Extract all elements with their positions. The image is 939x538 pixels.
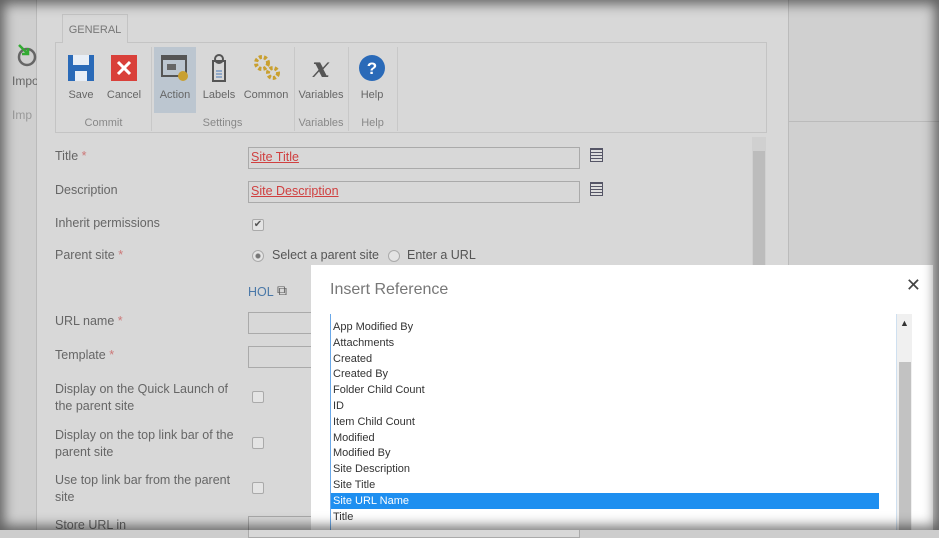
svg-text:?: ? bbox=[367, 59, 377, 78]
list-item[interactable]: Item Child Count bbox=[331, 414, 879, 430]
list-item[interactable]: Modified bbox=[331, 430, 879, 446]
use-toplink-checkbox[interactable] bbox=[252, 482, 264, 494]
group-settings: Settings bbox=[202, 117, 243, 129]
inherit-label: Inherit permissions bbox=[55, 216, 160, 230]
list-item[interactable]: Created By bbox=[331, 366, 879, 382]
variables-button[interactable]: x Variables bbox=[298, 49, 344, 111]
reference-list[interactable]: App Modified By Attachments Created Created… bbox=[330, 314, 879, 530]
dialog-title: Insert Reference bbox=[330, 281, 449, 298]
cancel-icon bbox=[111, 55, 137, 81]
list-item[interactable]: App Modified By bbox=[331, 319, 879, 335]
save-icon bbox=[68, 55, 94, 81]
tab-general[interactable]: GENERAL bbox=[62, 14, 128, 43]
title-reference[interactable]: Site Title bbox=[251, 150, 299, 164]
list-item[interactable]: Site URL Name bbox=[331, 492, 879, 509]
parent-site-link[interactable]: HOL bbox=[248, 285, 274, 299]
title-input[interactable]: Site Title bbox=[248, 147, 580, 169]
cancel-button[interactable]: Cancel bbox=[106, 49, 142, 111]
list-item[interactable]: Title bbox=[331, 509, 879, 525]
variable-x-icon: x bbox=[312, 51, 330, 84]
action-button[interactable]: Action bbox=[154, 47, 196, 113]
insert-reference-icon[interactable] bbox=[590, 148, 603, 162]
save-label: Save bbox=[68, 89, 94, 101]
variables-label: Variables bbox=[298, 89, 344, 101]
quicklaunch-checkbox[interactable] bbox=[252, 391, 264, 403]
select-parent-radio[interactable] bbox=[252, 250, 264, 262]
toplink-label: Display on the top link bar of the paren… bbox=[55, 428, 234, 459]
list-item[interactable]: Modified By bbox=[331, 445, 879, 461]
description-label: Description bbox=[55, 183, 118, 197]
select-parent-label: Select a parent site bbox=[272, 248, 380, 262]
group-commit: Commit bbox=[84, 117, 123, 129]
list-item[interactable]: ID bbox=[331, 398, 879, 414]
list-scrollbar[interactable]: ▲ bbox=[896, 314, 912, 530]
description-reference[interactable]: Site Description bbox=[251, 184, 339, 198]
enter-url-radio[interactable] bbox=[388, 250, 400, 262]
insert-reference-dialog: Insert Reference ✕ App Modified By Attach… bbox=[311, 265, 933, 530]
background-ribbon-left: Impo Imp bbox=[0, 0, 39, 530]
list-item[interactable]: Attachments bbox=[331, 335, 879, 351]
list-item[interactable]: Site Description bbox=[331, 461, 879, 477]
save-button[interactable]: Save bbox=[62, 49, 100, 111]
url-name-label: URL name * bbox=[55, 314, 123, 328]
help-icon: ? bbox=[359, 55, 385, 81]
common-button[interactable]: Common bbox=[242, 49, 290, 111]
description-input[interactable]: Site Description bbox=[248, 181, 580, 203]
parent-site-label: Parent site * bbox=[55, 248, 124, 262]
store-url-label: Store URL in bbox=[55, 518, 127, 532]
toplink-checkbox[interactable] bbox=[252, 437, 264, 449]
import-icon bbox=[17, 44, 37, 67]
list-item[interactable]: Site Title bbox=[331, 477, 879, 493]
labels-label: Labels bbox=[202, 89, 236, 101]
close-icon[interactable]: ✕ bbox=[906, 275, 921, 296]
title-label: Title * bbox=[55, 149, 87, 163]
labels-button[interactable]: Labels bbox=[202, 49, 236, 111]
help-button[interactable]: ? Help bbox=[354, 49, 390, 111]
list-item[interactable]: Folder Child Count bbox=[331, 382, 879, 398]
template-label: Template * bbox=[55, 348, 115, 362]
inherit-checkbox[interactable]: ✔ bbox=[252, 219, 264, 231]
tag-icon bbox=[212, 54, 226, 82]
common-label: Common bbox=[243, 89, 289, 101]
action-label: Action bbox=[159, 89, 191, 101]
group-help: Help bbox=[361, 117, 384, 129]
external-link-icon[interactable]: ⧉ bbox=[277, 282, 287, 299]
action-icon bbox=[161, 55, 188, 81]
group-variables: Variables bbox=[298, 117, 344, 129]
insert-reference-icon[interactable] bbox=[590, 182, 603, 196]
cancel-label: Cancel bbox=[106, 89, 142, 101]
list-item[interactable]: Created bbox=[331, 351, 879, 367]
quicklaunch-label: Display on the Quick Launch of the paren… bbox=[55, 382, 229, 413]
ribbon: Save Cancel Action Labels Common x Varia… bbox=[55, 42, 767, 133]
enter-url-label: Enter a URL bbox=[407, 248, 476, 262]
help-label: Help bbox=[360, 89, 384, 101]
use-toplink-label: Use top link bar from the parent site bbox=[55, 473, 231, 504]
gears-icon bbox=[254, 55, 280, 80]
scroll-up-icon[interactable]: ▲ bbox=[897, 318, 912, 328]
